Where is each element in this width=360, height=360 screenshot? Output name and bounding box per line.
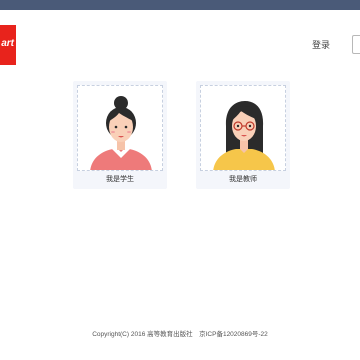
login-link[interactable]: 登录 [312, 38, 340, 52]
register-button[interactable] [352, 35, 360, 54]
top-bar [0, 0, 360, 10]
teacher-avatar-frame [200, 85, 286, 171]
footer-copyright: Copyright(C) 2016 高等教育出版社 京ICP备12020869号… [92, 331, 268, 338]
student-avatar-frame [77, 85, 163, 171]
student-role-card[interactable]: 我是学生 [73, 81, 167, 189]
logo-text: art [1, 38, 14, 49]
teacher-role-card[interactable]: 我是教师 [196, 81, 290, 189]
teacher-role-label: 我是教师 [229, 176, 257, 183]
student-role-label: 我是学生 [106, 176, 134, 183]
logo[interactable]: art [0, 25, 16, 65]
student-avatar [90, 96, 152, 170]
teacher-avatar [213, 101, 275, 170]
